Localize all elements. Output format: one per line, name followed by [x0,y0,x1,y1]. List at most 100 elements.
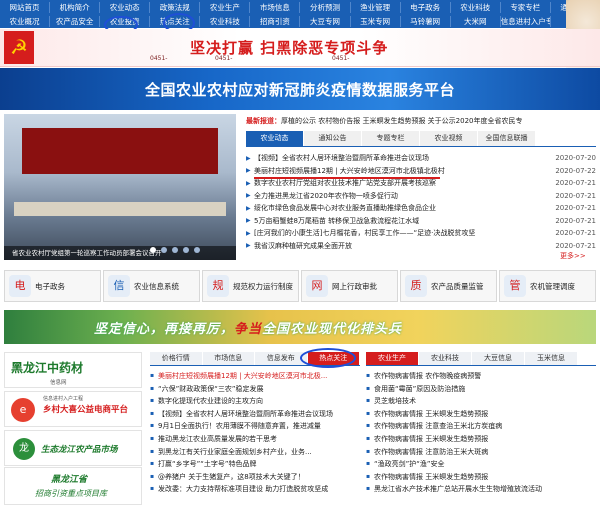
nav-item[interactable]: 电子政务 [401,1,451,13]
news-row[interactable]: ▶ [庄河我们的小康生活]七月榴花香，村民享工作——“足迹·决战脱贫攻坚 2020-… [246,227,596,240]
tab-soybean[interactable]: 大豆信息 [472,352,524,365]
promo-title: 黑龙江省 [51,475,88,485]
news-row[interactable]: ▶ 全力推进黑龙江省2020年农作物一喷多促行动 2020-07-21 [246,190,596,203]
promo-herbal-medicine[interactable]: 黑龙江中药材 信息网 [4,352,142,388]
list-item[interactable]: ▪ 农作物病害情报 注意查治王米北方炭疽病 [366,420,596,433]
bullet-icon: ▪ [366,460,371,468]
e-gov-icon: 电 [9,275,31,297]
tab-production[interactable]: 农业生产 [366,352,418,365]
promo-investment-projects[interactable]: 黑龙江省 招商引资重点项目库 [4,467,142,505]
list-item[interactable]: ▪ 9月1日全面执行！农用薄膜不得随意弃置，推进减量 [150,420,360,433]
list-item[interactable]: ▪ 农作物病害情报 注意防治王米大斑病 [366,446,596,459]
news-row[interactable]: ▶ 5万亩稻蟹蛙8万尾稻苗 转移保卫战急救流程花江水域 2020-07-21 [246,215,596,228]
list-item-text: 到黑龙江有关行业家庭全面规划乡村产业，业务... [158,447,312,456]
carousel-dot[interactable] [161,247,167,253]
banner-slogan: 坚定信心，再接再厉，争当全国农业现代化排头兵 [94,318,402,337]
anti-crime-banner[interactable]: ☭ 坚决打赢 扫黑除恶专项斗争 0451- 0451- 0451- [0,29,600,67]
nav-item[interactable]: 大豆专网 [300,15,351,27]
nav-item[interactable]: 招商引资 [250,15,301,27]
machinery-icon: 管 [504,275,526,297]
list-item[interactable]: ▪ 食用菌“霉菌”原因及防治措施 [366,383,596,396]
hot-topics-list: ▪ 美丽村庄短视频展播12期 | 大兴安岭地区漠河市北极... ▪ “六保”财政政策… [150,370,360,496]
list-item[interactable]: ▪ 发改委：大力支持帮标准项目建设 助力打造脱贫攻坚成 [150,483,360,496]
list-item[interactable]: ▪ 灵芝栽培技术 [366,395,596,408]
list-item[interactable]: ▪ 打赢“乡字号”“土字号”特色品牌 [150,458,360,471]
service-quality[interactable]: 质农产品质量监管 [400,270,497,302]
list-item-text: 【视频】全省农村人居环境整治暨厕所革命推进会议现场 [158,409,333,418]
nav-item[interactable]: 农业科技 [451,1,501,13]
tab-video[interactable]: 农业视频 [420,131,477,146]
nav-item[interactable]: 网站首页 [0,1,51,13]
tab-special[interactable]: 专题专栏 [362,131,419,146]
nav-item[interactable]: 农业科技 [200,15,251,27]
tab-notices[interactable]: 通知公告 [304,131,361,146]
tab-agri-news[interactable]: 农业动态 [246,131,303,146]
nav-item[interactable]: 市场信息 [250,1,301,13]
more-link[interactable]: 更多>> [560,251,586,261]
nav-item[interactable]: 农业概况 [0,15,51,27]
news-row[interactable]: ▶ 【视频】全省农村人居环境整治暨厕所革命推进会议现场 2020-07-20 [246,152,596,165]
list-item[interactable]: ▪ 农作物病害情报 王米螟发生趋势预报 [366,408,596,421]
news-row[interactable]: ▶ 美丽村庄短视频展播12期 | 大兴安岭地区漠河市北极镇北极村 2020-07-2… [246,165,596,178]
covid-data-banner[interactable]: 全国农业农村应对新冠肺炎疫情数据服务平台 [0,68,600,110]
nav-item[interactable]: 马铃薯网 [401,15,451,27]
list-item-text: 农作物病害情报 农作物晚疫病预警 [374,372,482,380]
list-item[interactable]: ▪ 【视频】全省农村人居环境整治暨厕所革命推进会议现场 [150,408,360,421]
service-power-rules[interactable]: 规规范权力运行制度 [202,270,299,302]
wheat-slogan-banner[interactable]: 坚定信心，再接再厉，争当全国农业现代化排头兵 [4,310,596,344]
nav-item[interactable]: 政策法规 [150,1,201,13]
list-item[interactable]: ▪ 推动黑龙江农业高质量发展的若干思考 [150,433,360,446]
news-photo-carousel[interactable]: 省农业农村厅党组第一轮巡察工作动员部署会议召开 [4,114,236,260]
promo-sub: 信息进村入户工程 [43,396,84,402]
promo-eco-market[interactable]: 龙 生态龙江农产品市场 [4,430,142,466]
nav-item[interactable]: 机构简介 [50,1,101,13]
service-e-gov[interactable]: 电电子政务 [4,270,101,302]
rules-icon: 规 [207,275,229,297]
service-online-approval[interactable]: 网网上行政审批 [301,270,398,302]
list-item-text: 发改委：大力支持帮标准项目建设 助力打造脱贫攻坚成 [158,485,329,494]
news-row[interactable]: ▶ 我省汉麻种植研究成果全面开放 2020-07-21 [246,240,596,253]
service-label: 规范权力运行制度 [233,281,293,291]
nav-item[interactable]: 大米网 [451,15,501,27]
nav-item[interactable]: 专家专栏 [501,1,551,13]
nav-item[interactable]: 分析预测 [300,1,351,13]
latest-report-ticker[interactable]: 最新报道：厚植的公示 农村物价告报 王米螟发生趋势预报 关于公示2020年度全省… [246,116,523,126]
nav-item[interactable]: 玉米专网 [351,15,401,27]
carousel-dot[interactable] [172,247,178,253]
nav-item[interactable]: 农业动态 [100,1,151,13]
news-row[interactable]: ▶ 绥化市绿色食品发展中心对农业服务直播助推绿色食品企业 2020-07-21 [246,202,596,215]
list-item[interactable]: ▪ 农作物病害情报 王米螟发生趋势预报 [366,471,596,484]
list-item-text: “六保”财政政策保“三农”稳定发展 [158,384,264,393]
nav-item[interactable]: 渔业管理 [351,1,401,13]
list-item[interactable]: ▪ “六保”财政政策保“三农”稳定发展 [150,383,360,396]
photo-table [14,202,226,216]
list-item[interactable]: ▪ 到黑龙江有关行业家庭全面规划乡村产业，业务... [150,446,360,459]
tab-market[interactable]: 市场信息 [202,352,254,365]
list-item[interactable]: ▪ 数字化提现代农业建设的主攻方向 [150,395,360,408]
list-item[interactable]: ▪ “渔政亮剑”护“渔”安全 [366,458,596,471]
promo-ecommerce[interactable]: e 信息进村入户工程 乡村大喜公益电商平台 [4,391,142,427]
carousel-dot[interactable] [194,247,200,253]
bullet-icon: ▪ [150,372,155,379]
tab-science[interactable]: 农业科技 [419,352,471,365]
list-item-text: 食用菌“霉菌”原因及防治措施 [374,384,466,393]
nav-item[interactable]: 农业生产 [200,1,251,13]
nav-item[interactable]: 农产品安全 [50,15,101,27]
tab-corn[interactable]: 玉米信息 [525,352,577,365]
bullet-icon: ▶ [246,204,251,212]
banner-phone: 0451- [150,55,168,62]
nav-item[interactable]: 信息进村入户专栏 [501,15,551,27]
tab-national[interactable]: 全国信息联播 [478,131,535,146]
tab-release[interactable]: 信息发布 [255,352,307,365]
list-item[interactable]: ▪ @养猪户 关于生猪复产，这8项技术大关键了！ [150,471,360,484]
list-item[interactable]: ▪ 美丽村庄短视频展播12期 | 大兴安岭地区漠河市北极... [150,370,360,383]
list-item[interactable]: ▪ 农作物病害情报 王米螟发生趋势预报 [366,433,596,446]
carousel-dot[interactable] [183,247,189,253]
list-item[interactable]: ▪ 黑龙江省水产技术推广总站开展水生生物增殖放流活动 [366,483,596,496]
tab-price[interactable]: 价格行情 [150,352,202,365]
service-info-system[interactable]: 信农业信息系统 [103,270,200,302]
news-date: 2020-07-21 [555,191,596,200]
carousel-dot[interactable] [150,247,156,253]
list-item[interactable]: ▪ 农作物病害情报 农作物晚疫病预警 [366,370,596,383]
service-machinery[interactable]: 管农机管理调度 [499,270,596,302]
